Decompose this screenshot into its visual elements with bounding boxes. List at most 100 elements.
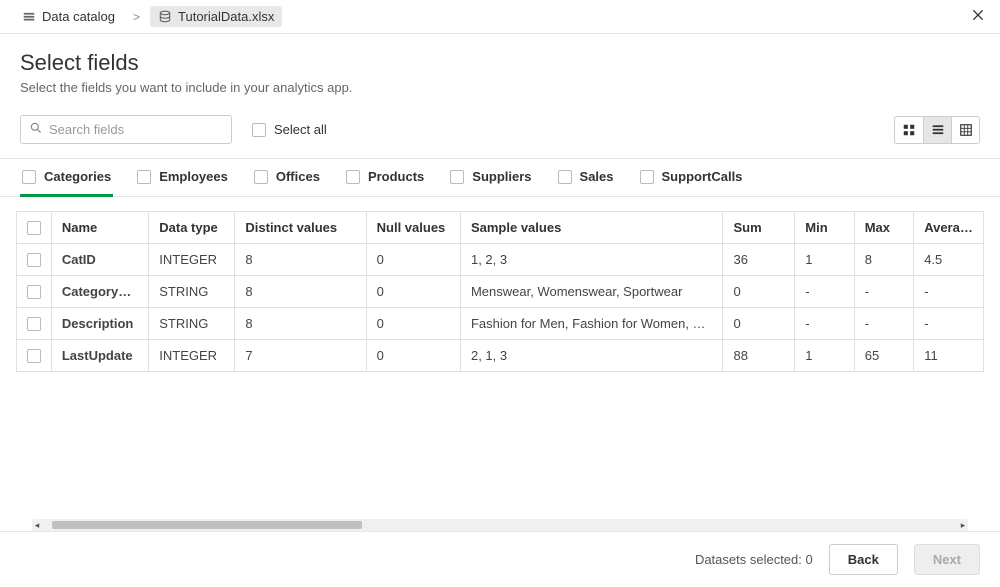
cell-sample: 2, 1, 3 [460, 340, 723, 372]
header-name[interactable]: Name [51, 212, 148, 244]
tab-checkbox[interactable] [640, 170, 654, 184]
page-subtitle: Select the fields you want to include in… [20, 80, 980, 95]
cell-data-type: INTEGER [149, 244, 235, 276]
cell-avg: - [914, 276, 984, 308]
cell-min: 1 [795, 340, 854, 372]
row-checkbox[interactable] [27, 317, 41, 331]
table-header-row: Name Data type Distinct values Null valu… [17, 212, 984, 244]
header-null[interactable]: Null values [366, 212, 460, 244]
breadcrumb-root-label: Data catalog [42, 9, 115, 24]
header-sum[interactable]: Sum [723, 212, 795, 244]
page-header: Select fields Select the fields you want… [0, 34, 1000, 103]
cell-data-type: STRING [149, 308, 235, 340]
row-checkbox[interactable] [27, 349, 41, 363]
next-button[interactable]: Next [914, 544, 980, 575]
table-row[interactable]: Description STRING 8 0 Fashion for Men, … [17, 308, 984, 340]
tabs-bar: Categories Employees Offices Products Su… [0, 158, 1000, 197]
tab-checkbox[interactable] [137, 170, 151, 184]
cell-sample: Menswear, Womenswear, Sportwear [460, 276, 723, 308]
tab-suppliers[interactable]: Suppliers [448, 159, 533, 197]
header-min[interactable]: Min [795, 212, 854, 244]
view-table-button[interactable] [951, 117, 979, 143]
cell-max: 65 [854, 340, 913, 372]
tab-checkbox[interactable] [22, 170, 36, 184]
header-max[interactable]: Max [854, 212, 913, 244]
cell-sample: 1, 2, 3 [460, 244, 723, 276]
cell-data-type: STRING [149, 276, 235, 308]
cell-distinct: 8 [235, 244, 366, 276]
tab-categories[interactable]: Categories [20, 159, 113, 197]
table-row[interactable]: LastUpdate INTEGER 7 0 2, 1, 3 88 1 65 1… [17, 340, 984, 372]
tab-offices[interactable]: Offices [252, 159, 322, 197]
header-checkbox-cell [17, 212, 52, 244]
view-grid-button[interactable] [895, 117, 923, 143]
header-distinct[interactable]: Distinct values [235, 212, 366, 244]
cell-data-type: INTEGER [149, 340, 235, 372]
search-input[interactable] [49, 122, 225, 137]
horizontal-scrollbar[interactable]: ◂ ▸ [32, 519, 968, 531]
datasets-selected-status: Datasets selected: 0 [695, 552, 813, 567]
search-box[interactable] [20, 115, 232, 144]
cell-avg: 4.5 [914, 244, 984, 276]
tab-checkbox[interactable] [254, 170, 268, 184]
table-row[interactable]: CatID INTEGER 8 0 1, 2, 3 36 1 8 4.5 [17, 244, 984, 276]
cell-avg: 11 [914, 340, 984, 372]
table-row[interactable]: CategoryName STRING 8 0 Menswear, Womens… [17, 276, 984, 308]
tab-label: Sales [580, 169, 614, 184]
tab-supportcalls[interactable]: SupportCalls [638, 159, 745, 197]
row-checkbox[interactable] [27, 253, 41, 267]
scroll-left-arrow[interactable]: ◂ [32, 520, 42, 531]
fields-table: Name Data type Distinct values Null valu… [16, 211, 984, 372]
tab-checkbox[interactable] [558, 170, 572, 184]
breadcrumb-current-label: TutorialData.xlsx [178, 9, 274, 24]
cell-name: LastUpdate [51, 340, 148, 372]
search-icon [29, 121, 43, 138]
cell-name: CatID [51, 244, 148, 276]
close-button[interactable] [970, 7, 986, 26]
view-switch [894, 116, 980, 144]
tab-label: Offices [276, 169, 320, 184]
cell-name: Description [51, 308, 148, 340]
tab-employees[interactable]: Employees [135, 159, 230, 197]
cell-distinct: 8 [235, 308, 366, 340]
cell-avg: - [914, 308, 984, 340]
view-list-button[interactable] [923, 117, 951, 143]
breadcrumb-current[interactable]: TutorialData.xlsx [150, 6, 282, 27]
header-avg[interactable]: Average [914, 212, 984, 244]
cell-null: 0 [366, 244, 460, 276]
breadcrumb-root[interactable]: Data catalog [14, 6, 123, 27]
scroll-thumb[interactable] [52, 521, 362, 529]
tab-products[interactable]: Products [344, 159, 426, 197]
select-all-checkbox[interactable] [252, 123, 266, 137]
tab-label: SupportCalls [662, 169, 743, 184]
tab-label: Suppliers [472, 169, 531, 184]
tab-sales[interactable]: Sales [556, 159, 616, 197]
header-checkbox[interactable] [27, 221, 41, 235]
catalog-icon [22, 10, 36, 24]
tab-checkbox[interactable] [346, 170, 360, 184]
select-all[interactable]: Select all [252, 122, 327, 137]
cell-max: 8 [854, 244, 913, 276]
breadcrumb-separator: > [133, 10, 140, 24]
page-title: Select fields [20, 50, 980, 76]
cell-null: 0 [366, 276, 460, 308]
breadcrumb-bar: Data catalog > TutorialData.xlsx [0, 0, 1000, 34]
header-data-type[interactable]: Data type [149, 212, 235, 244]
database-icon [158, 10, 172, 24]
back-button[interactable]: Back [829, 544, 898, 575]
tab-label: Products [368, 169, 424, 184]
fields-table-wrap: Name Data type Distinct values Null valu… [0, 197, 1000, 531]
cell-min: 1 [795, 244, 854, 276]
cell-sum: 0 [723, 276, 795, 308]
scroll-right-arrow[interactable]: ▸ [958, 520, 968, 531]
header-sample[interactable]: Sample values [460, 212, 723, 244]
tab-label: Employees [159, 169, 228, 184]
controls-row: Select all [0, 103, 1000, 158]
row-checkbox[interactable] [27, 285, 41, 299]
cell-max: - [854, 276, 913, 308]
tab-checkbox[interactable] [450, 170, 464, 184]
cell-min: - [795, 276, 854, 308]
cell-name: CategoryName [51, 276, 148, 308]
cell-sum: 36 [723, 244, 795, 276]
cell-null: 0 [366, 340, 460, 372]
